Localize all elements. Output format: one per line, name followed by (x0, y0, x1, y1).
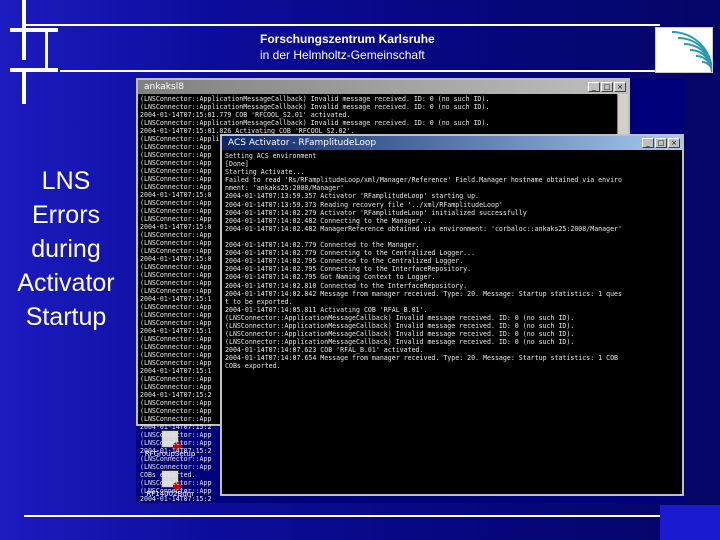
console-line: Failed to read 'Rs/RFamplitudeLoop/xml/M… (225, 176, 622, 185)
console-line: 2004-01-14T07:14:02.482 ManagerReference… (225, 224, 622, 233)
close-button[interactable]: × (668, 138, 680, 148)
console-line: (LNSConnector::ApplicationMessageCallbac… (225, 313, 575, 322)
console-line: Setting ACS environment (225, 152, 317, 160)
ornament-bar (45, 28, 48, 68)
window-titlebar[interactable]: ankaksl8 _ □ × (138, 80, 628, 94)
console-line: 2004-01-14T07:14:02.842 Message from man… (225, 289, 622, 298)
console-line: 2004-01-14T07:14:02.810 Connected to the… (225, 281, 468, 290)
header: Forschungszentrum Karlsruhe in der Helmh… (260, 31, 435, 63)
console-window-front[interactable]: ACS Activator - RFamplitudeLoop _ □ × Se… (220, 134, 684, 496)
console-line: 2004-01-14T07:13:59.373 Reading recovery… (225, 200, 503, 209)
console-line: 2004-01-14T07:14:02.795 Got Naming Conte… (225, 273, 436, 282)
desktop-screenshot: RFGroupSetup RF14002Bdm ankaksl8 _ □ × (… (136, 78, 684, 503)
console-line: [Done] (225, 160, 249, 169)
org-name: Forschungszentrum Karlsruhe (260, 32, 435, 46)
minimize-button[interactable]: _ (642, 138, 654, 148)
console-line: 2004-01-14T07:15:2 (140, 495, 212, 503)
console-line: 2004-01-14T07:14:07.654 Message from man… (225, 354, 619, 363)
footer-rule (24, 515, 660, 517)
console-line: 2004-01-14T07:15:01.779 COB 'RFCOOL_S2.0… (140, 111, 351, 119)
console-line: (LNSConnector::ApplicationMessageCallbac… (225, 321, 575, 330)
console-line: COBs exported. (225, 362, 281, 371)
console-line: (LNSConnector::ApplicationMessageCallbac… (140, 103, 490, 111)
slide: Forschungszentrum Karlsruhe in der Helmh… (0, 0, 720, 540)
console-line: t to be exported. (225, 297, 293, 306)
minimize-button[interactable]: _ (588, 82, 600, 92)
close-button[interactable]: × (614, 82, 626, 92)
console-line: 2004-01-14T07:14:07.623 COB 'RFAL_B.01' … (225, 346, 424, 355)
ornament-bar (10, 68, 58, 72)
fzk-logo (655, 27, 713, 73)
console-line: 2004-01-14T07:14:05.811 Activating COB '… (225, 305, 428, 314)
console-line: 2004-01-14T07:14:02.795 Connecting to th… (225, 265, 472, 274)
slide-title: LNS Errors during Activator Startup (17, 167, 115, 331)
console-line: 2004-01-14T07:14:02.795 Connected to the… (225, 257, 464, 266)
console-output: Setting ACS environment [Done] Starting Ac… (222, 150, 682, 373)
console-line: 2004-01-14T07:13:59.357 Activator 'RFamp… (225, 192, 480, 201)
window-titlebar[interactable]: ACS Activator - RFamplitudeLoop _ □ × (222, 136, 682, 150)
org-subtitle: in der Helmholtz-Gemeinschaft (260, 48, 425, 62)
console-line: 2004-01-14T07:14:02.779 Connecting to th… (225, 249, 476, 258)
console-line: (LNSConnector::ApplicationMessageCallbac… (225, 330, 575, 339)
console-line: 2004-01-14T07:14:02.779 Connected to the… (225, 241, 420, 250)
console-line: (LNSConnector::ApplicationMessageCallbac… (225, 338, 575, 347)
maximize-button[interactable]: □ (655, 138, 667, 148)
ornament-bar (22, 68, 26, 104)
console-line: (LNSConnector::ApplicationMessageCallbac… (140, 95, 490, 103)
console-line: 2004-01-14T07:14:02.279 Activator 'RFamp… (225, 208, 527, 217)
header-top-rule (22, 24, 660, 26)
console-line: (LNSConnector::ApplicationMessageCallbac… (140, 119, 490, 127)
ornament-bar (10, 28, 58, 32)
footer-box (660, 505, 720, 540)
console-line: nment: 'ankaks25:2008/Manager' (225, 184, 345, 193)
window-title: ACS Activator - RFamplitudeLoop (228, 138, 377, 148)
window-title: ankaksl8 (144, 82, 184, 92)
console-line: 2004-01-14T07:14:02.482 Connecting to th… (225, 216, 432, 225)
console-line: Starting Activate... (225, 168, 305, 177)
maximize-button[interactable]: □ (601, 82, 613, 92)
header-bottom-rule (60, 70, 660, 72)
